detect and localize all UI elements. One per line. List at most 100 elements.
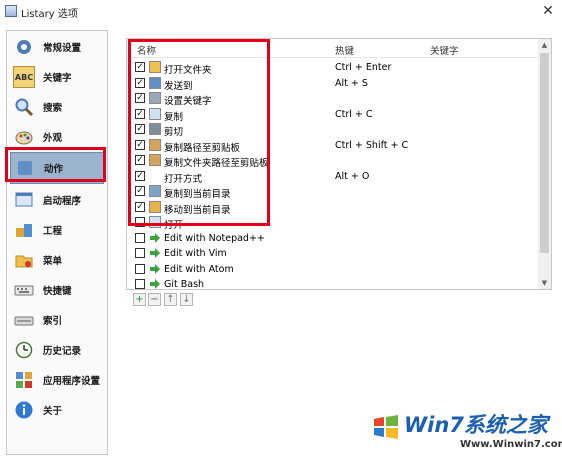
action-row[interactable]: Edit with Notepad++: [135, 232, 535, 246]
action-row[interactable]: ✓ 移动到当前目录: [135, 200, 535, 216]
sidebar-item-history[interactable]: 历史记录: [10, 337, 104, 363]
action-name: 发送到: [164, 80, 193, 92]
action-name: 复制: [164, 111, 184, 123]
enable-checkbox[interactable]: ✓: [135, 108, 145, 119]
index-icon: [13, 309, 35, 331]
action-row[interactable]: Edit with Atom: [135, 263, 535, 277]
enable-checkbox[interactable]: ✓: [135, 77, 145, 88]
options-sidebar: 常规设置 ABC 关键字 搜索 外观 动作 启动程序 工程 菜单 快捷键 索引 …: [6, 30, 108, 455]
move-up-button[interactable]: ↑: [164, 293, 177, 306]
action-row[interactable]: 打开: [135, 216, 535, 231]
move-to-dir-icon: [149, 200, 161, 213]
enable-checkbox[interactable]: [135, 217, 145, 227]
column-header-keyword[interactable]: 关键字: [430, 43, 459, 57]
enable-checkbox[interactable]: [135, 232, 145, 243]
action-name: 设置关键字: [164, 96, 212, 107]
sidebar-item-menu[interactable]: 菜单: [10, 247, 104, 273]
action-hotkey: Alt + O: [335, 170, 370, 182]
scroll-up-arrow[interactable]: ▲: [538, 39, 551, 51]
add-button[interactable]: +: [133, 293, 146, 306]
move-down-button[interactable]: ↓: [180, 293, 193, 306]
action-row[interactable]: ✓ 复制 Ctrl + C: [135, 107, 535, 123]
enable-checkbox[interactable]: ✓: [135, 93, 145, 103]
enable-checkbox[interactable]: ✓: [135, 139, 145, 150]
palette-icon: [13, 126, 35, 148]
enable-checkbox[interactable]: ✓: [135, 170, 145, 181]
enable-checkbox[interactable]: [135, 248, 145, 258]
enable-checkbox[interactable]: [135, 263, 145, 274]
sidebar-item-label: 常规设置: [43, 43, 82, 54]
action-row[interactable]: ✓ 复制文件夹路径至剪贴板: [135, 154, 535, 169]
send-to-icon: [149, 76, 161, 89]
enable-checkbox[interactable]: ✓: [135, 201, 145, 212]
action-name: Git Bash: [164, 279, 205, 290]
sidebar-item-keyword[interactable]: ABC 关键字: [10, 64, 104, 90]
copy-icon: [149, 107, 161, 120]
sidebar-item-hotkey[interactable]: 快捷键: [10, 277, 104, 303]
action-row[interactable]: ✓ 剪切: [135, 123, 535, 138]
scroll-down-arrow[interactable]: ▼: [538, 277, 551, 289]
action-name: 复制文件夹路径至剪贴板: [164, 158, 269, 169]
keyboard-icon: [13, 279, 35, 301]
menu-icon: [13, 249, 35, 271]
enable-checkbox[interactable]: ✓: [135, 62, 145, 72]
sidebar-item-general[interactable]: 常规设置: [10, 34, 104, 60]
action-row[interactable]: ✓ 设置关键字: [135, 92, 535, 107]
enable-checkbox[interactable]: ✓: [135, 186, 145, 196]
app-settings-icon: [13, 369, 35, 391]
action-hotkey: Ctrl + Enter: [335, 62, 392, 73]
clipboard-icon: [149, 138, 161, 151]
launcher-icon: [13, 189, 35, 211]
scroll-thumb[interactable]: [540, 53, 549, 253]
sidebar-item-label: 外观: [43, 133, 63, 144]
action-icon: [14, 157, 36, 179]
action-name: 打开: [164, 220, 184, 231]
close-button[interactable]: ✕: [538, 2, 558, 20]
sidebar-item-appearance[interactable]: 外观: [10, 124, 104, 150]
action-row[interactable]: ✓ 打开方式 Alt + O: [135, 170, 535, 185]
enable-checkbox[interactable]: ✓: [135, 124, 145, 134]
enable-checkbox[interactable]: ✓: [135, 155, 145, 165]
sidebar-item-app-settings[interactable]: 应用程序设置: [10, 367, 104, 393]
sidebar-item-label: 索引: [43, 316, 63, 327]
action-name: 打开方式: [164, 173, 203, 185]
list-header: 名称 热键 关键字: [127, 39, 539, 58]
action-row[interactable]: ✓ 复制到当前目录: [135, 185, 535, 200]
column-header-hotkey[interactable]: 热键: [335, 43, 354, 57]
green-arrow-icon: [149, 278, 161, 290]
action-name: 打开文件夹: [164, 65, 212, 76]
windows-flag-icon: [374, 415, 398, 439]
green-arrow-icon: [149, 247, 161, 259]
sidebar-item-project[interactable]: 工程: [10, 217, 104, 243]
sidebar-item-about[interactable]: 关于: [10, 397, 104, 423]
sidebar-item-search[interactable]: 搜索: [10, 94, 104, 120]
copy-to-dir-icon: [149, 185, 161, 197]
enable-checkbox[interactable]: [135, 279, 145, 289]
sidebar-item-label: 启动程序: [43, 196, 82, 207]
sidebar-item-action[interactable]: 动作: [10, 152, 104, 184]
sidebar-item-index[interactable]: 索引: [10, 307, 104, 333]
action-row[interactable]: ✓ 复制路径至剪贴板 Ctrl + Shift + C: [135, 138, 535, 154]
magnifier-icon: [13, 96, 35, 118]
action-hotkey: Ctrl + C: [335, 108, 373, 120]
action-name: 复制到当前目录: [164, 189, 231, 200]
action-row[interactable]: Edit with Vim: [135, 247, 535, 261]
window-title: Listary 选项: [21, 9, 78, 20]
project-icon: [13, 219, 35, 241]
folder-icon: [149, 61, 161, 73]
action-row[interactable]: Git Bash: [135, 278, 535, 292]
open-with-icon: [149, 170, 161, 182]
cut-icon: [149, 123, 161, 135]
keyword-icon: [149, 92, 161, 104]
action-hotkey: Ctrl + Shift + C: [335, 139, 409, 151]
action-row[interactable]: ✓ 发送到 Alt + S: [135, 76, 535, 92]
action-name: Edit with Atom: [164, 263, 234, 275]
action-row[interactable]: ✓ 打开文件夹 Ctrl + Enter: [135, 61, 535, 76]
sidebar-item-launcher[interactable]: 启动程序: [10, 187, 104, 213]
remove-button[interactable]: −: [148, 293, 161, 306]
watermark: Win7系统之家 Www.Winwin7.com: [372, 405, 562, 457]
vertical-scrollbar[interactable]: ▲ ▼: [538, 39, 551, 289]
sidebar-item-label: 工程: [43, 226, 63, 237]
column-header-name[interactable]: 名称: [137, 43, 156, 57]
history-icon: [13, 339, 35, 361]
